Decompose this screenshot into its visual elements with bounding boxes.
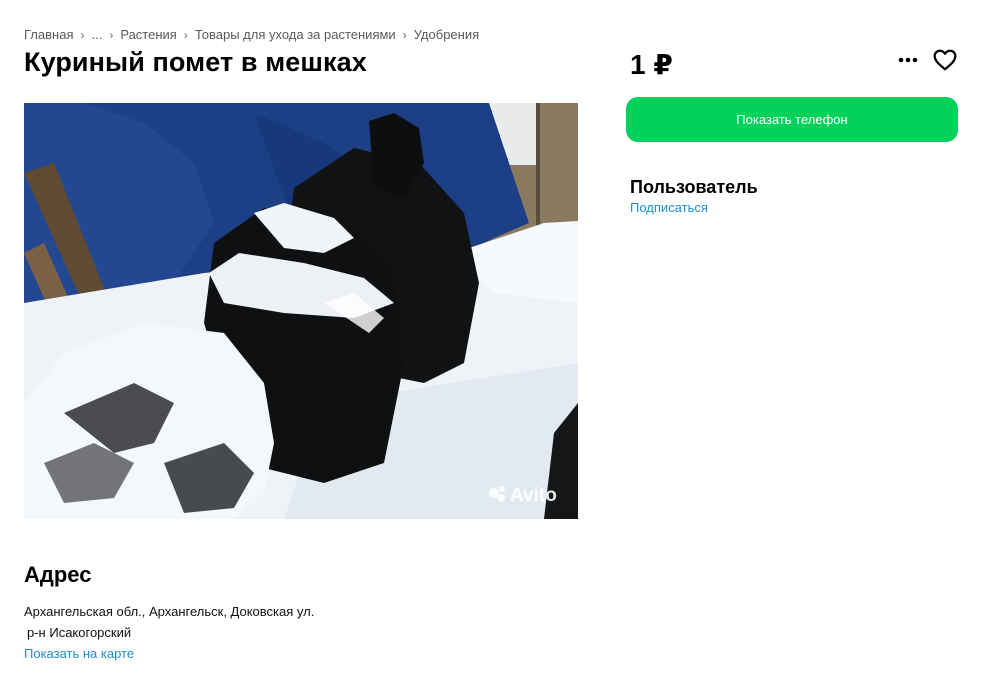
seller-name[interactable]: Пользователь (630, 177, 758, 198)
listing-price: 1 ₽ (630, 49, 673, 80)
breadcrumb-plants[interactable]: Растения (120, 27, 177, 42)
address-line: Архангельская обл., Архангельск, Доковск… (24, 604, 315, 619)
more-dots-icon[interactable] (894, 48, 922, 72)
show-on-map-link[interactable]: Показать на карте (24, 646, 134, 661)
breadcrumb-home[interactable]: Главная (24, 27, 73, 42)
breadcrumb-plant-care[interactable]: Товары для ухода за растениями (195, 27, 396, 42)
chevron-right-icon: › (402, 27, 407, 42)
address-heading: Адрес (24, 562, 92, 587)
chevron-right-icon: › (80, 27, 85, 42)
chevron-right-icon: › (109, 27, 114, 42)
subscribe-link[interactable]: Подписаться (630, 200, 708, 215)
chevron-right-icon: › (183, 27, 188, 42)
breadcrumb-fertilizers[interactable]: Удобрения (414, 27, 479, 42)
show-phone-button[interactable]: Показать телефон (626, 97, 958, 142)
breadcrumb-ellipsis[interactable]: ... (91, 27, 102, 42)
heart-icon[interactable] (932, 47, 958, 73)
listing-photo[interactable]: Avito (24, 103, 578, 519)
breadcrumb: Главная › ... › Растения › Товары для ух… (24, 27, 479, 42)
district-line: р-н Исакогорский (27, 625, 132, 640)
avito-watermark: Avito (510, 485, 557, 506)
page-title: Куриный помет в мешках (24, 47, 367, 77)
